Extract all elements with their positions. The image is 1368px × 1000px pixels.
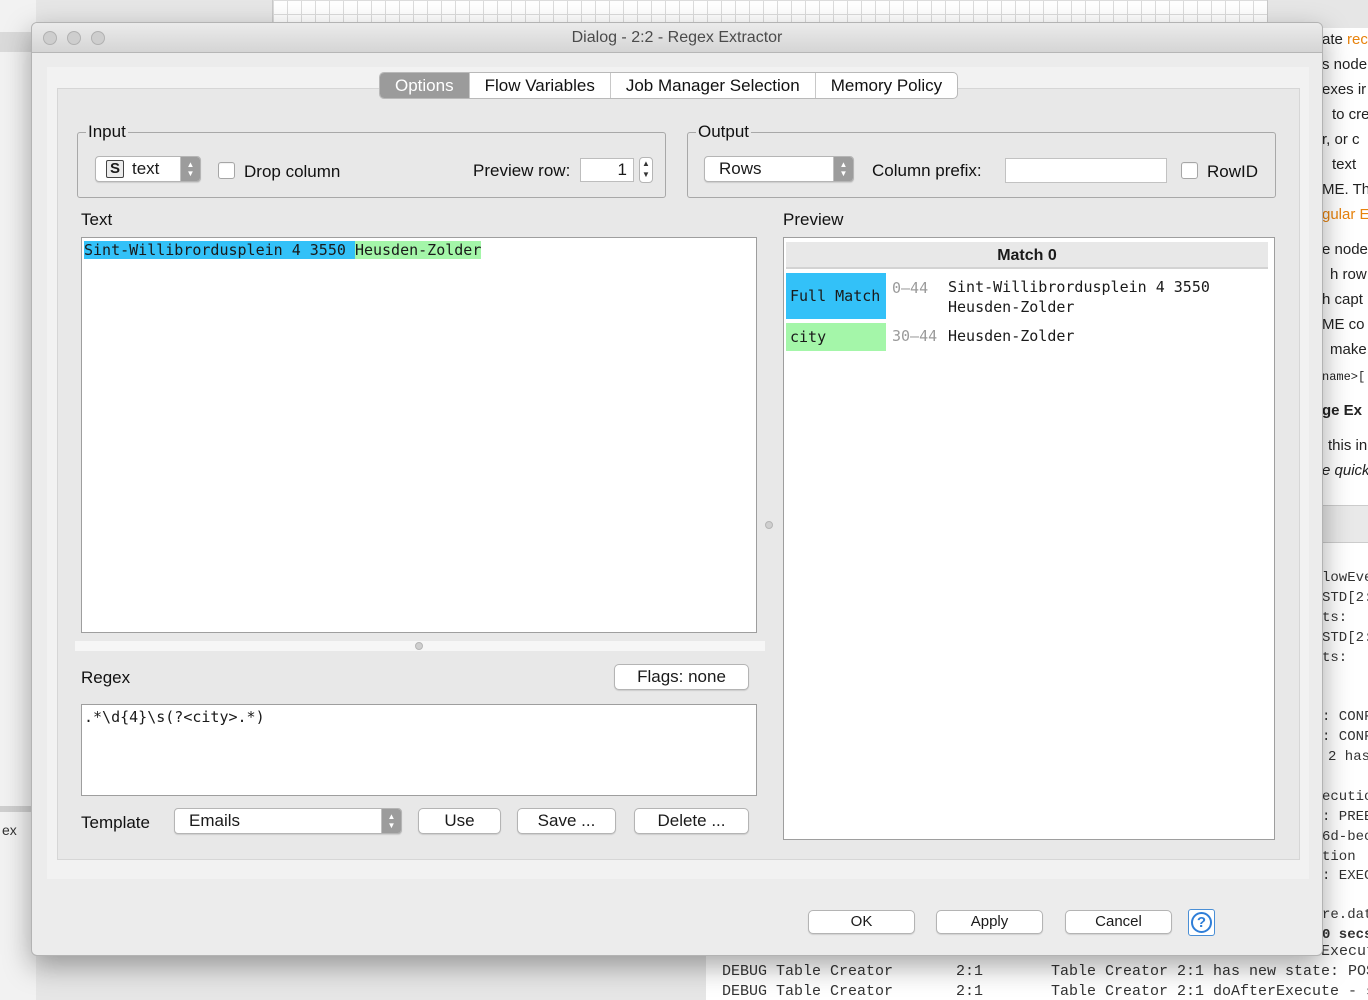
help-button[interactable]: ? bbox=[1188, 909, 1215, 936]
apply-button[interactable]: Apply bbox=[936, 910, 1043, 934]
template-select[interactable]: Emails ▲ ▼ bbox=[174, 808, 402, 834]
window-title: Dialog - 2:2 - Regex Extractor bbox=[571, 29, 783, 46]
output-group-title: Output bbox=[696, 122, 752, 142]
doc-line: ate rec bbox=[1322, 31, 1368, 48]
preview-header: Match 0 bbox=[786, 242, 1268, 269]
node-description-panel: ate rec s node exes ir to cre r, or c te… bbox=[1322, 28, 1368, 528]
doc-line: name>[ bbox=[1322, 370, 1366, 384]
doc-line: e node bbox=[1322, 241, 1368, 258]
match-range-cell: 0—44 bbox=[892, 279, 929, 297]
console-toolbar bbox=[1322, 505, 1368, 543]
doc-line: to cre bbox=[1332, 106, 1368, 123]
console-line: STD[2: bbox=[1322, 630, 1368, 646]
use-template-button[interactable]: Use bbox=[418, 808, 501, 834]
cancel-button[interactable]: Cancel bbox=[1065, 910, 1172, 934]
doc-line: s node bbox=[1322, 56, 1368, 73]
splitter-handle-icon[interactable] bbox=[765, 521, 773, 529]
console-line: : CONF bbox=[1322, 709, 1368, 725]
doc-link[interactable]: gular Ex bbox=[1322, 206, 1368, 223]
tab-job-manager-selection[interactable]: Job Manager Selection bbox=[611, 73, 816, 98]
text-input-area[interactable]: Sint-Willibrordusplein 4 3550 Heusden-Zo… bbox=[81, 237, 757, 633]
preview-table: Match 0 Full Match 0—44 Sint-Willibrordu… bbox=[786, 242, 1268, 351]
drop-column-label: Drop column bbox=[244, 162, 341, 181]
regex-extractor-dialog: Dialog - 2:2 - Regex Extractor Options F… bbox=[31, 22, 1323, 956]
input-column-select[interactable]: S text ▲ ▼ bbox=[95, 156, 201, 182]
console-line: ts: bbox=[1322, 610, 1348, 626]
chevron-updown-icon: ▲ ▼ bbox=[381, 809, 401, 833]
template-selected-value: Emails bbox=[189, 811, 241, 830]
save-template-button[interactable]: Save ... bbox=[517, 808, 616, 834]
regex-section-label: Regex bbox=[81, 668, 131, 687]
doc-line: ME. Th bbox=[1322, 181, 1368, 198]
rowid-label: RowID bbox=[1207, 162, 1259, 181]
doc-line: h row bbox=[1330, 266, 1367, 283]
console-line: re.dat bbox=[1322, 907, 1368, 923]
column-prefix-label: Column prefix: bbox=[872, 161, 982, 180]
log-row: DEBUG Table Creator2:1Table Creator 2:1 … bbox=[722, 963, 1368, 980]
city-group-highlight: Heusden-Zolder bbox=[354, 241, 482, 259]
rowid-checkbox[interactable] bbox=[1181, 162, 1198, 179]
output-mode-select[interactable]: Rows ▲ ▼ bbox=[704, 156, 854, 182]
chevron-updown-icon: ▲ ▼ bbox=[833, 157, 853, 181]
text-section-label: Text bbox=[81, 210, 113, 229]
string-type-icon: S bbox=[106, 160, 124, 178]
column-prefix-input[interactable] bbox=[1005, 158, 1167, 183]
full-match-highlight: Sint-Willibrordusplein 4 3550 bbox=[84, 241, 355, 259]
console-line: lowEve bbox=[1322, 570, 1368, 586]
drop-column-checkbox[interactable] bbox=[218, 162, 235, 179]
console-line: : EXEC bbox=[1322, 868, 1368, 884]
match-value-cell: Sint-Willibrordusplein 4 3550 Heusden-Zol… bbox=[948, 278, 1210, 316]
console-line: : CONF bbox=[1322, 729, 1368, 745]
doc-heading: ge Ex bbox=[1322, 402, 1363, 419]
doc-line: text bbox=[1332, 156, 1357, 173]
match-name-cell: Full Match bbox=[786, 273, 886, 319]
console-line: 2 has bbox=[1328, 749, 1368, 765]
console-line: ts: bbox=[1322, 650, 1348, 666]
tab-flow-variables[interactable]: Flow Variables bbox=[470, 73, 611, 98]
doc-line: exes ir bbox=[1322, 81, 1367, 98]
preview-section-label: Preview bbox=[783, 210, 844, 229]
input-group-title: Input bbox=[86, 122, 128, 142]
tab-options[interactable]: Options bbox=[380, 73, 470, 98]
title-bar[interactable]: Dialog - 2:2 - Regex Extractor bbox=[32, 23, 1322, 53]
match-range-cell: 30—44 bbox=[892, 327, 938, 345]
doc-line: e quick bbox=[1322, 462, 1368, 479]
flags-button[interactable]: Flags: none bbox=[614, 664, 749, 690]
console-panel: lowEve STD[2: ts: STD[2: ts: : CONF : CO… bbox=[1322, 543, 1368, 1000]
output-mode-value: Rows bbox=[719, 159, 762, 178]
chevron-updown-icon: ▲ ▼ bbox=[180, 157, 200, 181]
template-label: Template bbox=[81, 813, 150, 832]
table-row: city 30—44 Heusden-Zolder bbox=[786, 323, 1268, 351]
console-line: 6d-bec bbox=[1322, 829, 1368, 845]
tab-memory-policy[interactable]: Memory Policy bbox=[816, 73, 957, 98]
tab-bar: Options Flow Variables Job Manager Selec… bbox=[379, 72, 959, 99]
doc-line: r, or c bbox=[1322, 131, 1360, 148]
doc-line: make bbox=[1330, 341, 1367, 358]
doc-line: this in bbox=[1328, 437, 1368, 454]
preview-row-input[interactable]: 1 bbox=[580, 158, 634, 182]
console-line: tion bbox=[1322, 849, 1356, 865]
splitter-handle-icon[interactable] bbox=[415, 642, 423, 650]
ok-button[interactable]: OK bbox=[808, 910, 915, 934]
input-column-value: text bbox=[132, 159, 160, 178]
delete-template-button[interactable]: Delete ... bbox=[634, 808, 749, 834]
match-value-cell: Heusden-Zolder bbox=[948, 327, 1075, 345]
match-name-cell: city bbox=[786, 323, 886, 351]
table-row: Full Match 0—44 Sint-Willibrordusplein 4… bbox=[786, 273, 1268, 319]
regex-input-area[interactable]: .*\d{4}\s(?<city>.*) bbox=[81, 704, 757, 796]
log-row: DEBUG Table Creator2:1Table Creator 2:1 … bbox=[722, 983, 1368, 1000]
help-icon: ? bbox=[1191, 912, 1212, 933]
console-line: : PREE bbox=[1322, 809, 1368, 825]
console-line: STD[2: bbox=[1322, 590, 1368, 606]
doc-line: h capt bbox=[1322, 291, 1363, 308]
doc-line: ME co bbox=[1322, 316, 1365, 333]
preview-row-stepper[interactable]: ▲ ▼ bbox=[639, 157, 653, 183]
left-panel-tab-label: ex bbox=[2, 822, 17, 838]
preview-row-label: Preview row: bbox=[473, 161, 571, 180]
console-line: ecutio bbox=[1322, 789, 1368, 805]
